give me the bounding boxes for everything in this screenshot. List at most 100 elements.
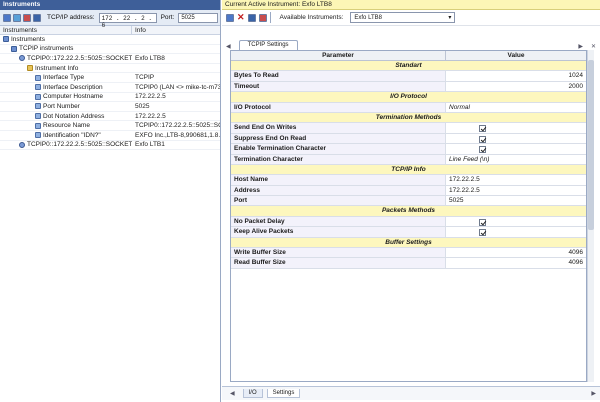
property-row[interactable]: Address 172.22.2.5 [231,185,586,197]
tree-header: Instruments Info [0,26,220,35]
tree-node[interactable]: Instrument Info [0,64,220,74]
property-name: Send End On Writes [231,123,446,133]
network-icon [3,36,9,43]
connect-icon[interactable] [13,13,21,22]
property-value[interactable]: 1024 [446,71,586,81]
tree-node-info: TCPIP [135,74,155,82]
category-row: Standart [231,61,586,72]
tree-node[interactable]: TCPIP0::172.22.2.5::5025::SOCKET Exfo LTB… [0,54,220,64]
tab-tcpip-settings[interactable]: TCPIP Settings [238,40,298,50]
category-row: Packets Methods [231,206,586,217]
available-instruments-select[interactable]: Exfo LTB8 ▾ [350,12,456,23]
close-icon[interactable]: ✕ [237,12,245,23]
category-label: Buffer Settings [231,237,586,248]
tree-node-name-cell: Port Number [0,103,132,110]
tree-node[interactable]: Interface Description TCPIP0 (LAN <> mike… [0,83,220,93]
property-row[interactable]: Host Name 172.22.2.5 [231,175,586,186]
tree-node[interactable]: Computer Hostname 172.22.2.5 [0,93,220,103]
property-row[interactable]: No Packet Delay [231,216,586,228]
property-icon [35,122,41,129]
property-icon [35,132,41,139]
tree-node[interactable]: TCPIP0::172.22.2.5::5025::SOCKET Exfo LTB… [0,141,220,151]
property-row[interactable]: Read Buffer Size 4096 [231,258,586,269]
property-value[interactable]: Normal [446,102,586,112]
tree-node-name-cell: TCPIP0::172.22.2.5::5025::SOCKET [0,141,132,148]
property-value[interactable]: 4096 [446,248,586,258]
port-input[interactable]: 5025 [178,12,219,23]
settings-icon[interactable] [258,13,267,22]
property-value-cell [446,133,586,144]
ip-address-input[interactable]: 172 . 22 . 2 . 6 [98,12,157,29]
property-row[interactable]: Keep Alive Packets [231,227,586,238]
property-name: No Packet Delay [231,216,446,227]
property-grid-rows: Standart Bytes To Read 1024 Timeout 2000 I/O … [231,61,586,269]
property-value[interactable]: 172.22.2.5 [446,185,586,196]
tree-node[interactable]: Resource Name TCPIP0::172.22.2.5::5025::S… [0,121,220,131]
category-label: Packets Methods [231,206,586,216]
property-checkbox[interactable] [479,146,486,154]
category-label: Standart [231,61,586,71]
tree-node[interactable]: Interface Type TCPIP [0,73,220,83]
tree-node[interactable]: Port Number 5025 [0,102,220,112]
tab-scroll-right-icon[interactable]: ▶ [574,43,587,50]
tree-node-label: TCPIP0::172.22.2.5::5025::SOCKET [27,141,132,149]
property-row[interactable]: Enable Termination Character [231,144,586,155]
property-row[interactable]: Port 5025 [231,196,586,207]
port-label: Port: [160,14,175,21]
property-row[interactable]: I/O Protocol Normal [231,102,586,113]
property-value-cell [446,227,586,237]
property-row[interactable]: Send End On Writes [231,123,586,134]
property-value[interactable]: Line Feed (\n) [446,154,586,164]
bottom-tab-bar: ◀ I/O Settings ▶ [222,386,600,400]
property-row[interactable]: Write Buffer Size 4096 [231,248,586,259]
property-value[interactable]: 172.22.2.5 [446,175,586,185]
property-value[interactable]: 5025 [446,196,586,206]
property-icon [35,84,41,91]
save-icon[interactable] [247,13,256,22]
properties-icon[interactable] [226,13,234,22]
tree-node-name-cell: TCPIP instruments [0,45,132,52]
socket-icon [19,141,25,148]
tab-settings[interactable]: Settings [266,389,301,398]
vertical-scrollbar[interactable] [587,50,594,382]
tree-node-name-cell: Resource Name [0,122,132,129]
category-label: Termination Methods [231,112,586,123]
tree-node[interactable]: Dot Notation Address 172.22.2.5 [0,112,220,122]
disconnect-icon[interactable] [23,13,31,22]
property-icon [35,113,41,120]
property-checkbox[interactable] [479,135,486,143]
tree-node[interactable]: Instruments [0,35,220,45]
property-row[interactable]: Timeout 2000 [231,81,586,93]
tree-node-label: TCPIP0::172.22.2.5::5025::SOCKET [27,54,132,62]
property-checkbox[interactable] [479,218,486,226]
tree-node-name-cell: Instrument Info [0,65,132,72]
property-row[interactable]: Termination Character Line Feed (\n) [231,154,586,165]
tree-node[interactable]: Identification "IDN?" EXFO Inc.,LTB-8,990… [0,131,220,141]
scrollbar-thumb[interactable] [588,60,594,230]
property-value-cell [446,216,586,227]
property-checkbox[interactable] [479,229,486,237]
property-name: Address [231,185,446,196]
property-name: Host Name [231,175,446,185]
category-row: Buffer Settings [231,237,586,249]
toolbar-separator [269,12,271,23]
property-value[interactable]: 4096 [446,258,586,268]
property-name: Read Buffer Size [231,258,446,268]
network-add-icon[interactable] [33,13,41,22]
tree-node-name-cell: Interface Description [0,84,132,91]
tree-node[interactable]: TCPIP instruments [0,45,220,55]
tree-node-info: TCPIP0::172.22.2.5::5025::SOCKET [135,122,220,130]
property-row[interactable]: Bytes To Read 1024 [231,71,586,82]
tab-close-icon[interactable]: ✕ [587,43,600,50]
property-name: Keep Alive Packets [231,227,446,237]
property-value[interactable]: 2000 [446,81,586,92]
refresh-icon[interactable] [3,13,11,22]
property-row[interactable]: Suppress End On Read [231,133,586,145]
tab-io[interactable]: I/O [242,389,263,398]
tree-node-name-cell: Dot Notation Address [0,113,132,120]
bottom-scroll-right-icon[interactable]: ▶ [587,390,600,397]
bottom-scroll-left-icon[interactable]: ◀ [226,390,239,397]
tab-scroll-left-icon[interactable]: ◀ [222,43,235,50]
tree-node-info: Exfo LTB8 [135,54,165,62]
property-checkbox[interactable] [479,125,486,133]
